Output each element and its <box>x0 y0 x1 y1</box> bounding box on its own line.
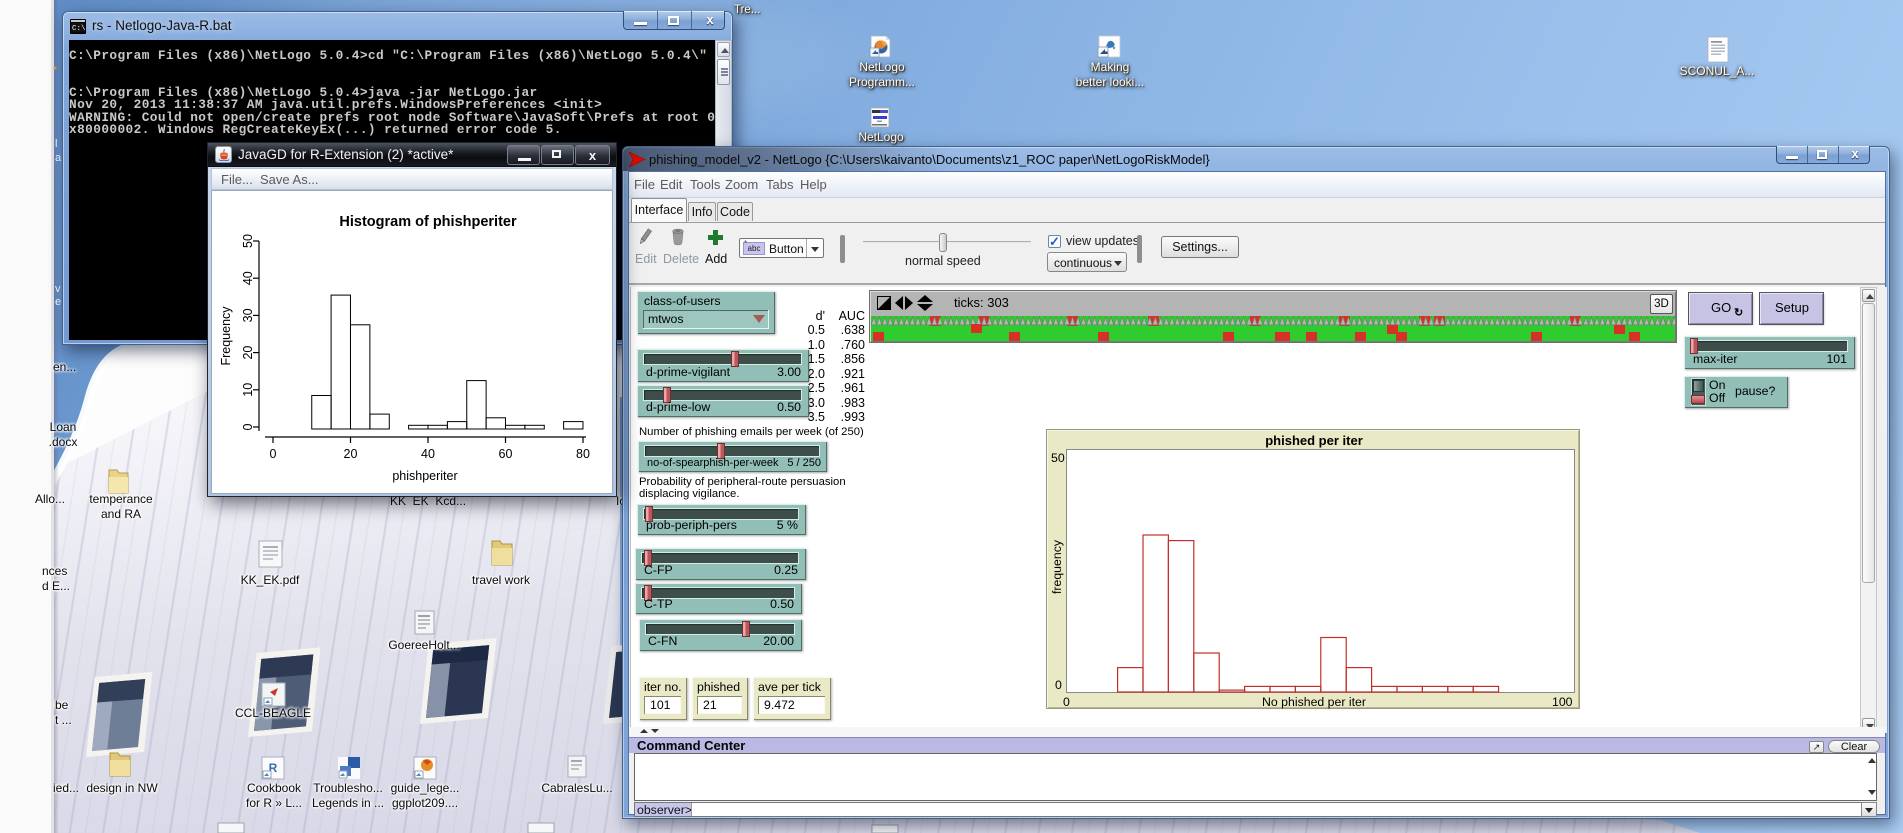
svg-text:80: 80 <box>576 447 590 461</box>
svg-text:e: e <box>55 296 61 308</box>
svg-text:40: 40 <box>421 447 435 461</box>
svg-text:50: 50 <box>241 234 255 248</box>
svg-text:20: 20 <box>241 346 255 360</box>
svg-text:l: l <box>55 138 57 150</box>
svg-text:phishperiter: phishperiter <box>392 469 457 483</box>
svg-text:60: 60 <box>499 447 513 461</box>
svg-text:10: 10 <box>241 383 255 397</box>
svg-text:20: 20 <box>344 447 358 461</box>
svg-text:Frequency: Frequency <box>219 306 233 366</box>
svg-text:Histogram of phishperiter: Histogram of phishperiter <box>339 214 517 230</box>
svg-text:40: 40 <box>241 271 255 285</box>
svg-text:a: a <box>55 152 62 164</box>
svg-text:0: 0 <box>241 423 255 430</box>
svg-text:0: 0 <box>270 447 277 461</box>
svg-text:30: 30 <box>241 308 255 322</box>
svg-text:C:\: C:\ <box>72 25 86 33</box>
svg-text:v: v <box>55 283 61 295</box>
